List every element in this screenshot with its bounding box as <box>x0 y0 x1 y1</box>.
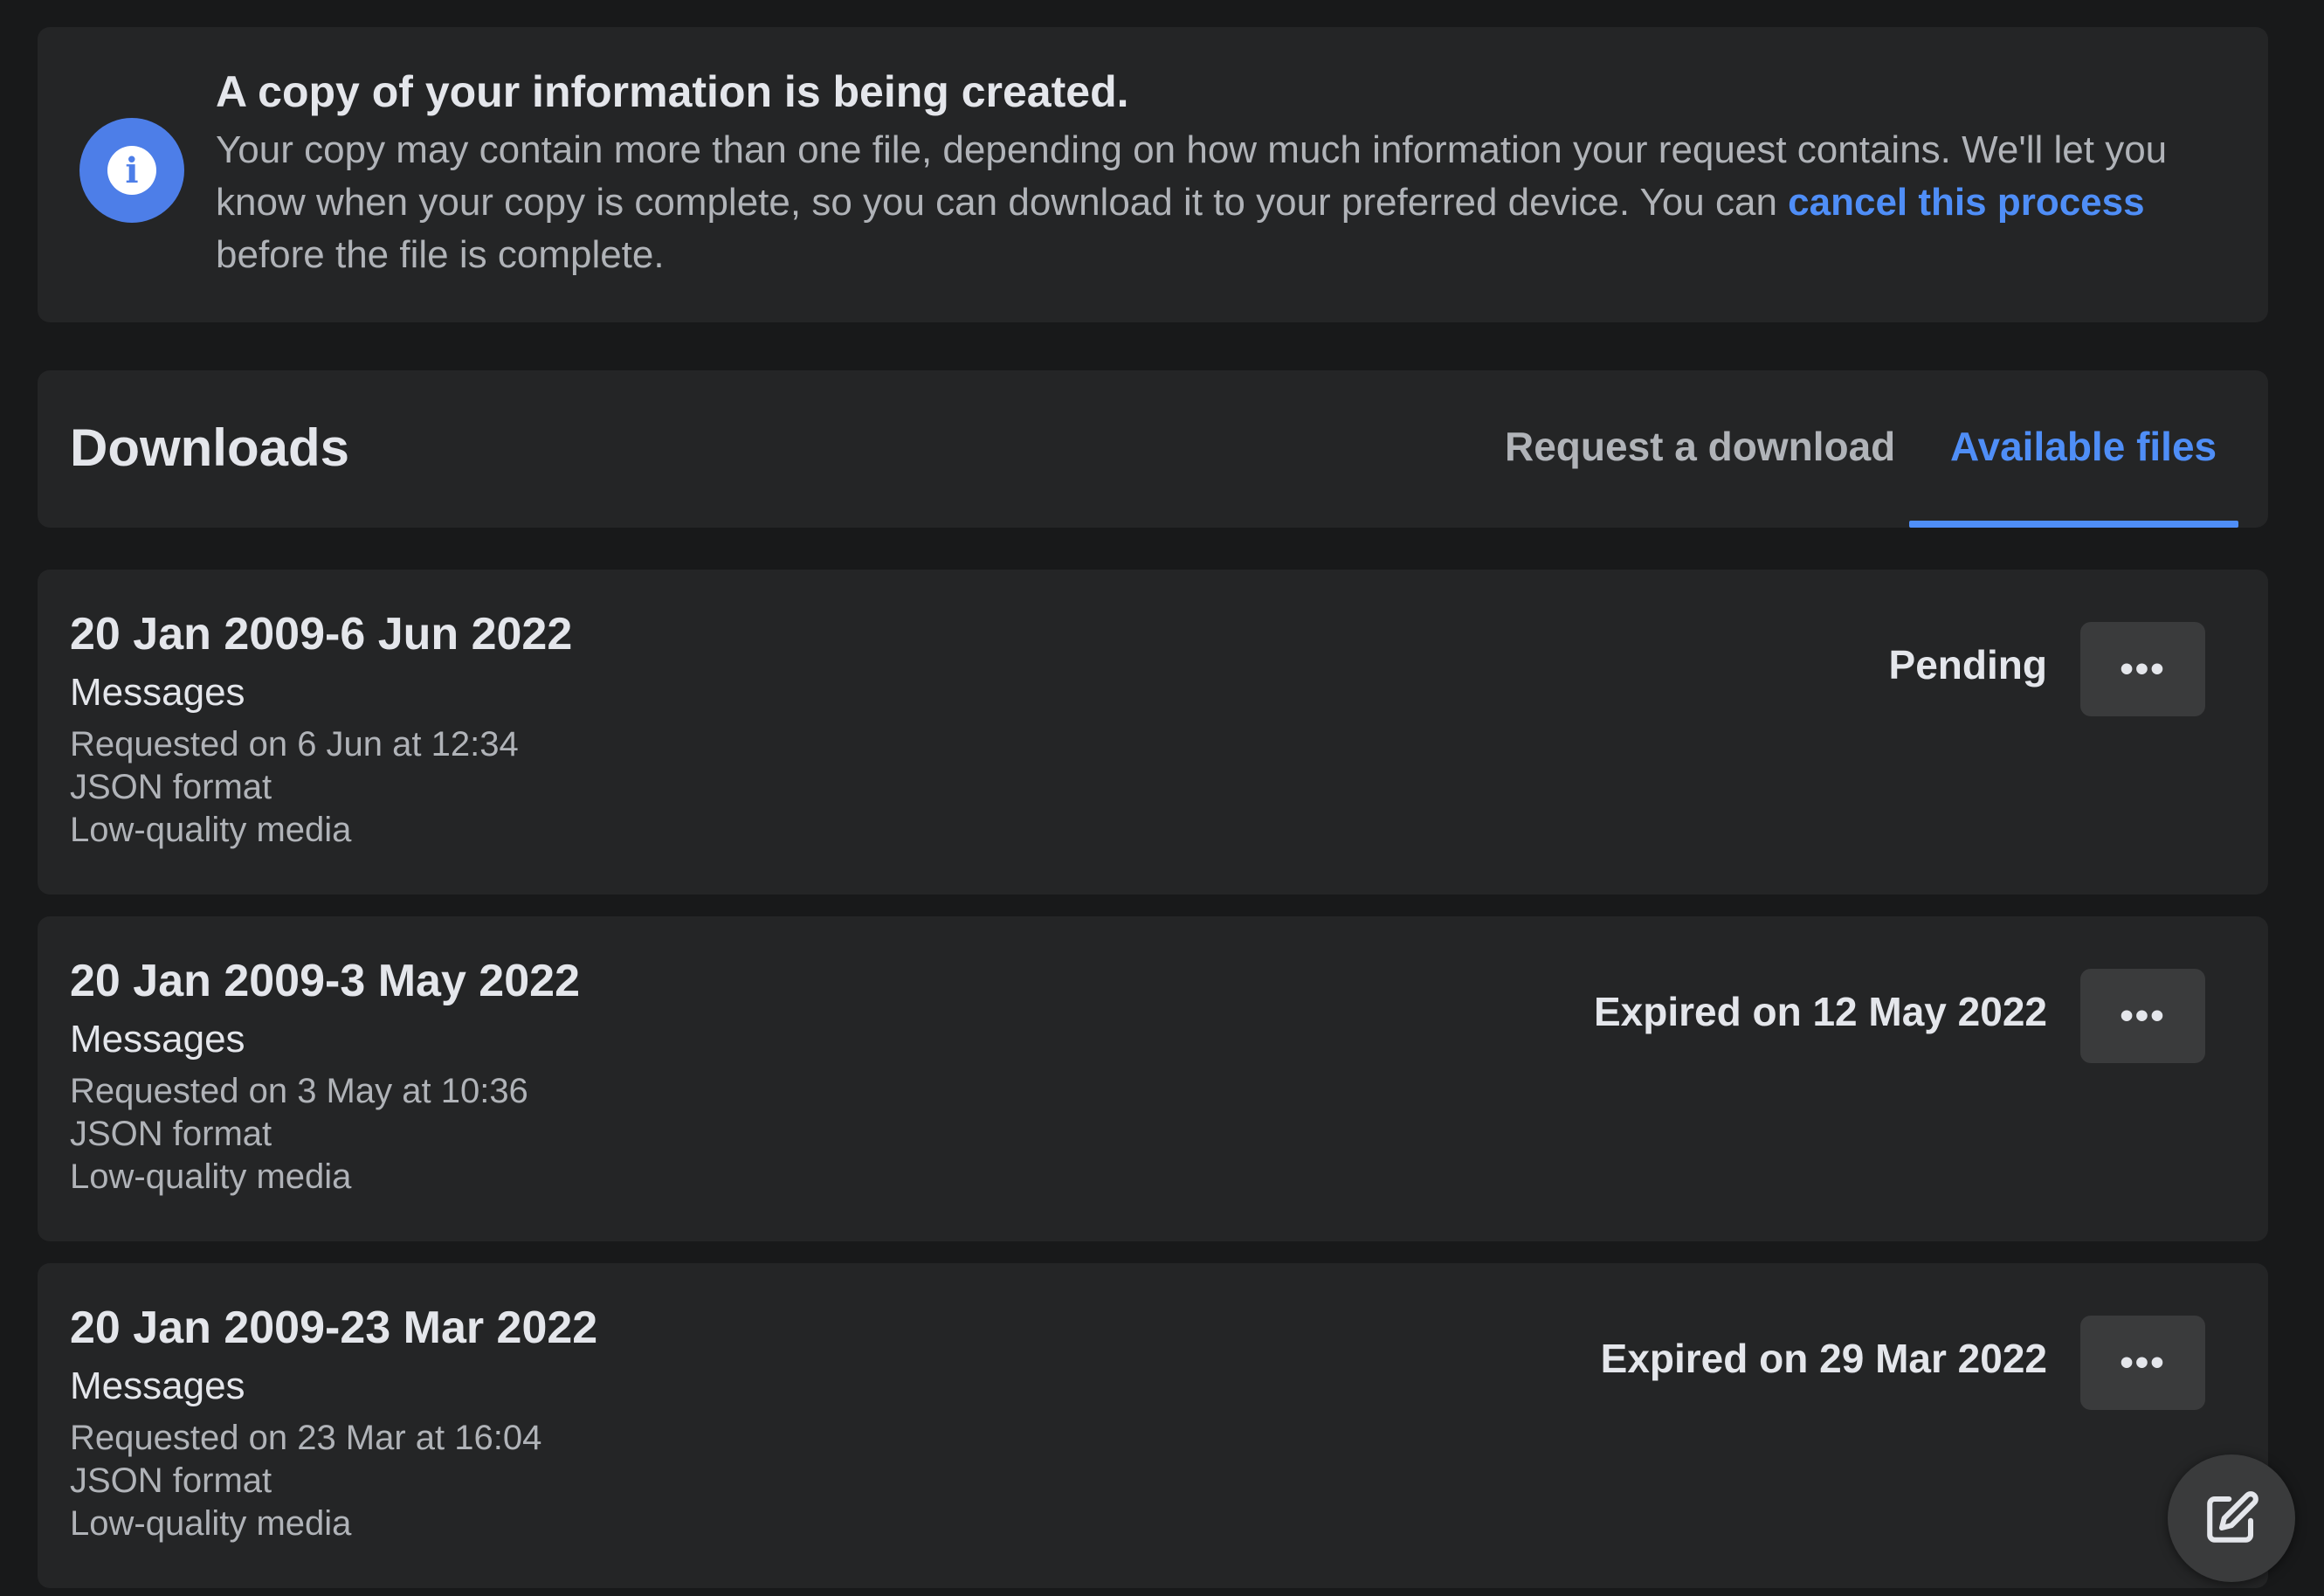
file-item: 20 Jan 2009-3 May 2022 Messages Requeste… <box>38 916 2268 1241</box>
file-requested: Requested on 23 Mar at 16:04 <box>70 1419 542 1457</box>
banner-title: A copy of your information is being crea… <box>216 67 1129 116</box>
file-type: Messages <box>70 1018 245 1061</box>
file-type: Messages <box>70 1365 245 1407</box>
banner-body: Your copy may contain more than one file… <box>216 124 2242 280</box>
info-icon: i <box>79 118 184 223</box>
file-quality: Low-quality media <box>70 811 352 849</box>
page: i A copy of your information is being cr… <box>0 0 2324 1596</box>
file-format: JSON format <box>70 1115 272 1153</box>
banner-text: A copy of your information is being crea… <box>216 64 2242 280</box>
file-format: JSON format <box>70 1461 272 1500</box>
file-meta: Requested on 6 Jun at 12:34 JSON format … <box>70 723 519 852</box>
file-date-range: 20 Jan 2009-6 Jun 2022 <box>70 609 573 660</box>
file-item: 20 Jan 2009-23 Mar 2022 Messages Request… <box>38 1263 2268 1588</box>
active-tab-indicator <box>1909 521 2238 528</box>
file-quality: Low-quality media <box>70 1504 352 1543</box>
more-options-button[interactable]: ••• <box>2080 1316 2205 1410</box>
tab-request-download[interactable]: Request a download <box>1505 423 1895 470</box>
tab-available-files[interactable]: Available files <box>1950 423 2217 470</box>
file-meta: Requested on 3 May at 10:36 JSON format … <box>70 1070 528 1199</box>
compose-icon <box>2207 1491 2258 1543</box>
more-options-button[interactable]: ••• <box>2080 969 2205 1063</box>
banner-body-text-end: before the file is complete. <box>216 232 665 276</box>
cancel-process-link[interactable]: cancel this process <box>1788 181 2144 224</box>
file-date-range: 20 Jan 2009-23 Mar 2022 <box>70 1302 598 1353</box>
compose-button[interactable] <box>2168 1454 2295 1582</box>
file-format: JSON format <box>70 768 272 806</box>
status-badge: Pending <box>1888 642 2047 687</box>
file-quality: Low-quality media <box>70 1157 352 1196</box>
more-options-button[interactable]: ••• <box>2080 622 2205 716</box>
file-requested: Requested on 6 Jun at 12:34 <box>70 725 519 763</box>
status-badge: Expired on 29 Mar 2022 <box>1600 1336 2047 1381</box>
file-meta: Requested on 23 Mar at 16:04 JSON format… <box>70 1417 541 1545</box>
file-type: Messages <box>70 671 245 714</box>
file-requested: Requested on 3 May at 10:36 <box>70 1072 528 1110</box>
file-date-range: 20 Jan 2009-3 May 2022 <box>70 956 580 1006</box>
status-badge: Expired on 12 May 2022 <box>1593 989 2047 1034</box>
page-title: Downloads <box>70 418 350 477</box>
info-banner: i A copy of your information is being cr… <box>38 27 2268 322</box>
file-item: 20 Jan 2009-6 Jun 2022 Messages Requeste… <box>38 570 2268 895</box>
downloads-header: Downloads Request a download Available f… <box>38 370 2268 528</box>
